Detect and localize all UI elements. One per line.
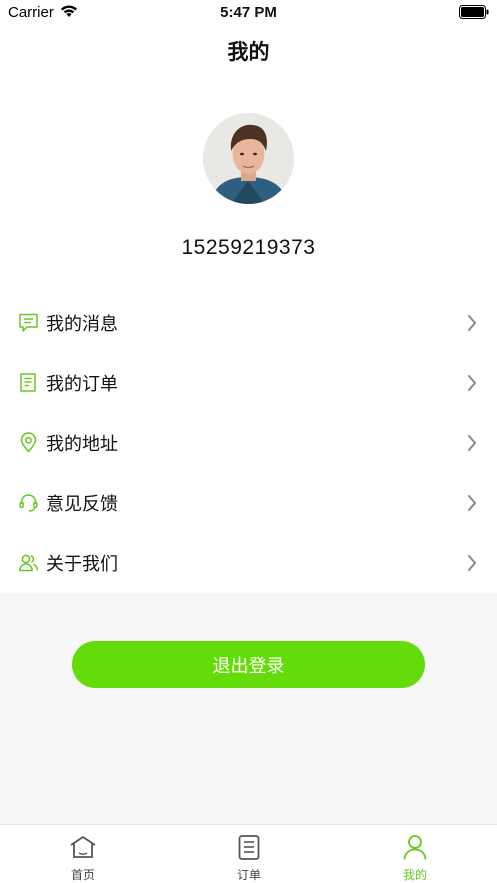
- location-pin-icon: [20, 432, 37, 453]
- menu-item-feedback[interactable]: 意见反馈: [0, 473, 497, 533]
- phone-number: 15259219373: [181, 236, 316, 259]
- tab-label: 我的: [402, 868, 427, 882]
- user-photo-icon: [203, 113, 294, 204]
- tab-label: 订单: [236, 868, 261, 882]
- home-icon: [70, 836, 96, 858]
- chevron-right-icon: [468, 315, 476, 331]
- menu-item-label: 我的地址: [46, 434, 118, 455]
- page-title: 我的: [227, 40, 270, 64]
- battery-icon: [459, 5, 489, 19]
- order-list-icon: [20, 373, 36, 392]
- tab-label: 首页: [70, 868, 95, 882]
- tab-profile[interactable]: 我的: [332, 825, 497, 883]
- avatar[interactable]: [203, 113, 294, 204]
- logout-button[interactable]: 退出登录: [72, 641, 425, 688]
- menu-item-address[interactable]: 我的地址: [0, 413, 497, 473]
- status-bar: Carrier 5:47 PM: [0, 0, 497, 26]
- order-icon: [238, 835, 260, 860]
- menu-item-label: 意见反馈: [46, 494, 118, 515]
- headset-icon: [19, 494, 38, 512]
- message-icon: [19, 313, 38, 332]
- chevron-right-icon: [468, 555, 476, 571]
- profile-icon: [403, 835, 427, 860]
- chevron-right-icon: [468, 435, 476, 451]
- chevron-right-icon: [468, 495, 476, 511]
- menu-item-about[interactable]: 关于我们: [0, 533, 497, 593]
- menu-item-label: 我的消息: [46, 314, 118, 335]
- menu-item-label: 我的订单: [46, 374, 118, 395]
- clock: 5:47 PM: [220, 4, 277, 21]
- menu-item-label: 关于我们: [46, 554, 118, 575]
- menu-list: 我的消息 我的订单 我的地址 意见反馈 关于我们: [0, 293, 497, 593]
- menu-item-orders[interactable]: 我的订单: [0, 353, 497, 413]
- chevron-right-icon: [468, 375, 476, 391]
- tab-bar: 首页 订单 我的: [0, 824, 497, 883]
- menu-item-messages[interactable]: 我的消息: [0, 293, 497, 353]
- tab-orders[interactable]: 订单: [166, 825, 332, 883]
- users-icon: [19, 554, 38, 572]
- tab-home[interactable]: 首页: [0, 825, 166, 883]
